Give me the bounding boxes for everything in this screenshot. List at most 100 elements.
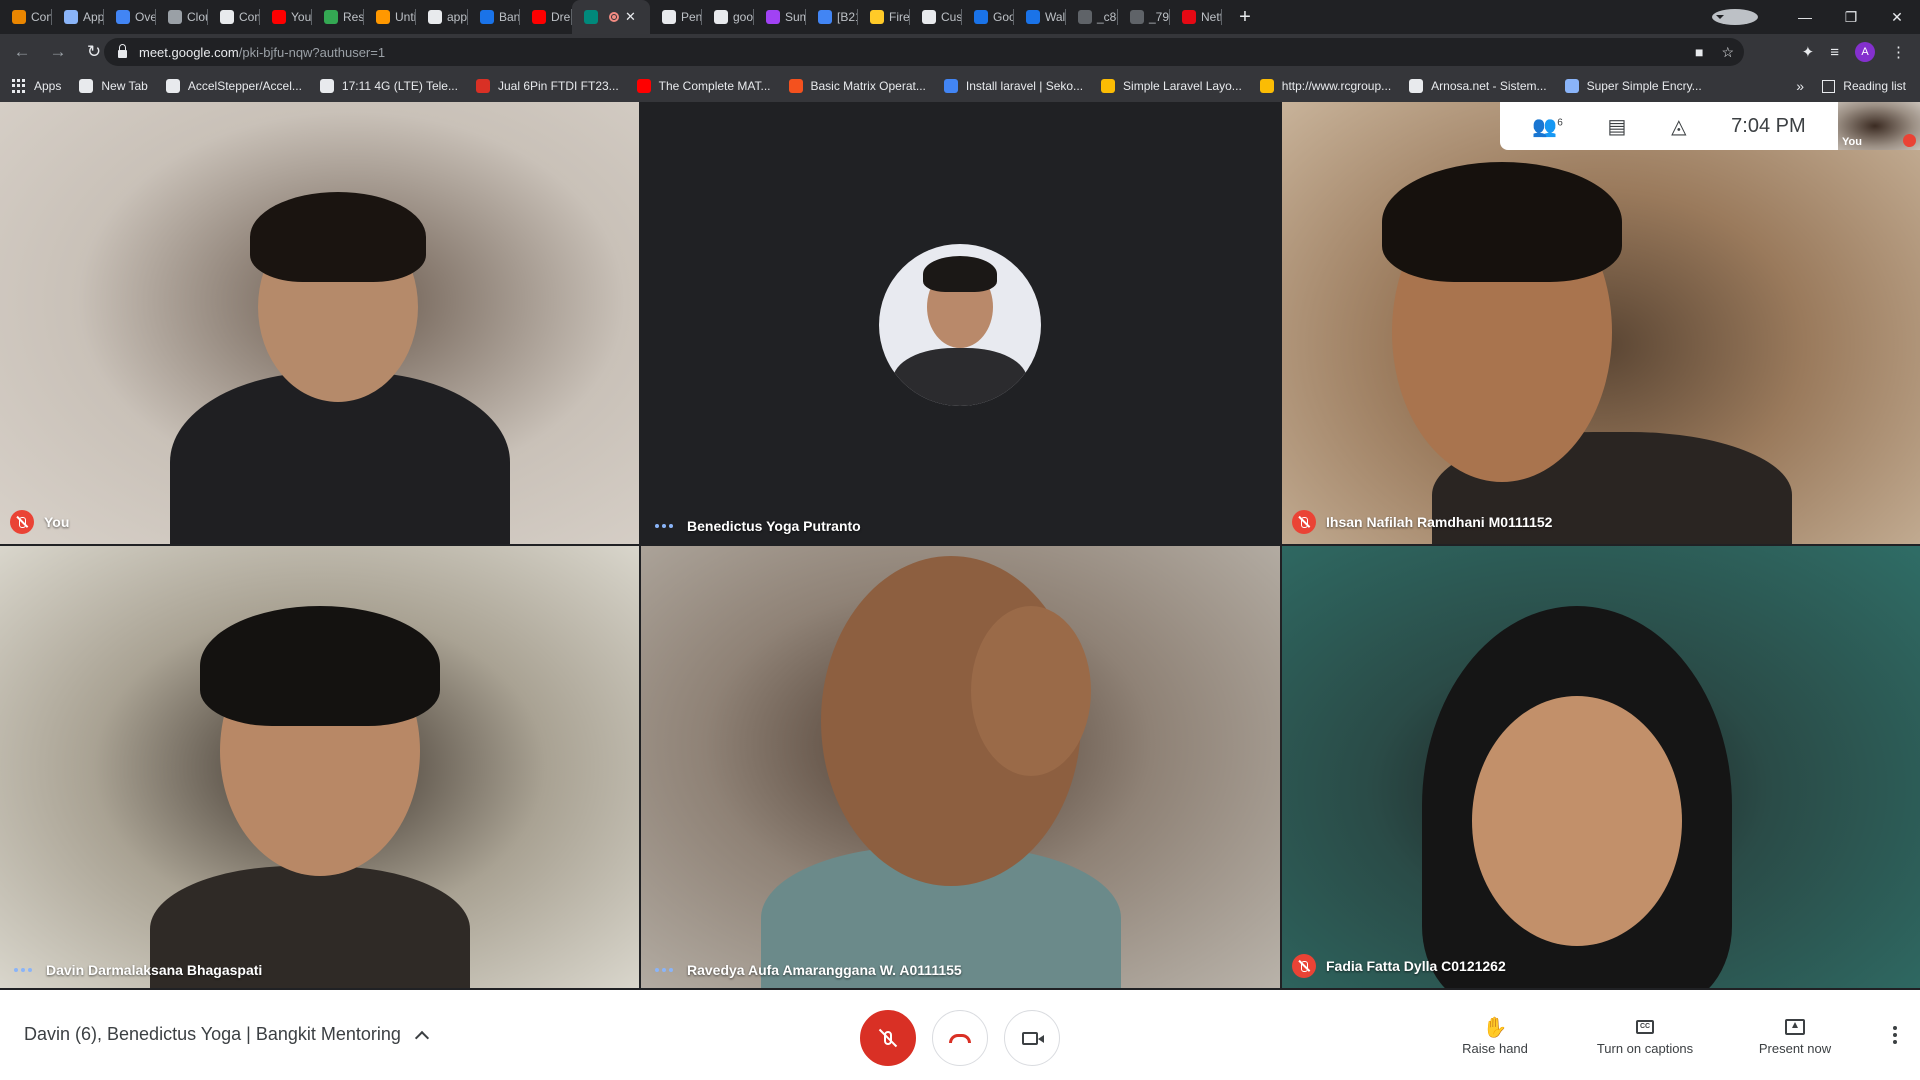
captions-button[interactable]: CC Turn on captions	[1570, 1015, 1720, 1056]
browser-tab[interactable]: Bangl	[468, 0, 520, 34]
browser-tab[interactable]: Resou	[312, 0, 364, 34]
chrome-menu-icon[interactable]: ⋮	[1891, 43, 1906, 61]
tab-title: Bangl	[499, 10, 520, 24]
bookmark-item[interactable]: 17:11 4G (LTE) Tele...	[319, 79, 458, 93]
browser-tab[interactable]: Netflix	[1170, 0, 1222, 34]
participants-icon[interactable]: 👥6	[1532, 114, 1562, 139]
tab-title: app e	[447, 10, 468, 24]
tab-title: Walkt	[1045, 10, 1066, 24]
bookmark-list: New Tab AccelStepper/Accel... 17:11 4G (LT…	[79, 79, 1719, 93]
unmute-mic-button[interactable]	[860, 1010, 916, 1066]
browser-tab[interactable]: App E	[52, 0, 104, 34]
tab-favicon-icon	[870, 10, 884, 24]
tab-strip: Confi App E Overv Cloud Comn YouTu Resou Untitl…	[0, 0, 1920, 34]
tab-active-meet[interactable]: ✕	[572, 0, 650, 34]
reading-list-button[interactable]: Reading list	[1822, 79, 1906, 93]
address-bar[interactable]: meet.google.com /pki-bjfu-nqw?authuser=1…	[104, 38, 1744, 66]
forward-button[interactable]: →	[44, 42, 72, 62]
camera-in-use-icon[interactable]: ■	[1695, 44, 1703, 60]
bookmark-apps[interactable]: Apps	[12, 79, 61, 93]
audio-activity-icon	[655, 968, 673, 972]
bookmark-item[interactable]: Simple Laravel Layo...	[1101, 79, 1242, 93]
more-bookmarks-icon[interactable]: »	[1796, 78, 1804, 94]
minimize-button[interactable]: —	[1782, 9, 1828, 25]
browser-tab[interactable]: Fireba	[858, 0, 910, 34]
camera-toggle-button[interactable]	[1004, 1010, 1060, 1066]
bookmark-item[interactable]: New Tab	[79, 79, 148, 93]
leave-call-button[interactable]	[932, 1010, 988, 1066]
raise-hand-button[interactable]: ✋ Raise hand	[1420, 1015, 1570, 1056]
participant-video	[200, 606, 440, 726]
bookmark-item[interactable]: AccelStepper/Accel...	[165, 79, 302, 93]
profile-avatar[interactable]: A	[1855, 42, 1875, 62]
browser-tab[interactable]: YouTu	[260, 0, 312, 34]
more-options-button[interactable]	[1870, 1026, 1920, 1044]
browser-tab[interactable]: Confi	[0, 0, 52, 34]
participant-name-label: Ravedya Aufa Amaranggana W. A0111155	[651, 962, 962, 978]
participant-name-label: Ihsan Nafilah Ramdhani M0111152	[1292, 510, 1552, 534]
browser-tab[interactable]: Peneli	[650, 0, 702, 34]
hang-up-icon	[949, 1033, 971, 1043]
bookmark-item[interactable]: The Complete MAT...	[636, 79, 771, 93]
bookmark-item[interactable]: Install laravel | Seko...	[943, 79, 1083, 93]
browser-tab[interactable]: Walkt	[1014, 0, 1066, 34]
tab-favicon-icon	[116, 10, 130, 24]
close-window-button[interactable]: ✕	[1874, 9, 1920, 26]
browser-tab[interactable]: Cloud	[156, 0, 208, 34]
bookmark-item[interactable]: http://www.rcgroup...	[1259, 79, 1391, 93]
browser-tab[interactable]: _c8ee	[1066, 0, 1118, 34]
tab-favicon-icon	[1182, 10, 1196, 24]
back-button[interactable]: ←	[8, 42, 36, 62]
browser-tab[interactable]: Custo	[910, 0, 962, 34]
video-tile[interactable]: You	[0, 102, 639, 544]
bookmark-label: Basic Matrix Operat...	[810, 79, 926, 93]
activities-icon[interactable]: ◬	[1671, 114, 1686, 139]
bookmark-favicon-icon	[475, 79, 490, 93]
tab-favicon-icon	[714, 10, 728, 24]
bookmark-star-icon[interactable]: ☆	[1721, 44, 1734, 61]
bookmark-label: The Complete MAT...	[658, 79, 771, 93]
participant-name-label: Benedictus Yoga Putranto	[651, 518, 861, 534]
video-tile[interactable]: Fadia Fatta Dylla C0121262	[1282, 546, 1920, 988]
apps-grid-icon	[12, 79, 26, 93]
browser-tab[interactable]: app e	[416, 0, 468, 34]
browser-tab[interactable]: Comn	[208, 0, 260, 34]
self-view-thumbnail[interactable]: You	[1838, 102, 1920, 150]
browser-tab[interactable]: Goog	[962, 0, 1014, 34]
restore-button[interactable]: ❐	[1828, 9, 1874, 26]
video-tile[interactable]: Benedictus Yoga Putranto	[641, 102, 1280, 544]
participant-video	[250, 192, 426, 282]
tab-favicon-icon	[766, 10, 780, 24]
tab-favicon-icon	[168, 10, 182, 24]
video-tile[interactable]: Ihsan Nafilah Ramdhani M0111152	[1282, 102, 1920, 544]
new-tab-button[interactable]: +	[1232, 6, 1258, 29]
bookmark-favicon-icon	[1101, 79, 1116, 93]
chat-icon[interactable]: ▤	[1608, 114, 1627, 139]
reading-list-icon	[1822, 79, 1836, 93]
browser-tab[interactable]: _798c	[1118, 0, 1170, 34]
browser-tab[interactable]: Untitl	[364, 0, 416, 34]
tab-search-icon[interactable]	[1712, 9, 1758, 25]
browser-tab[interactable]: googl	[702, 0, 754, 34]
browser-tab[interactable]: Drean	[520, 0, 572, 34]
bookmark-item[interactable]: Arnosa.net - Sistem...	[1409, 79, 1547, 93]
tab-favicon-icon	[662, 10, 676, 24]
tab-title: Overv	[135, 10, 156, 24]
meeting-details-toggle[interactable]: Davin (6), Benedictus Yoga | Bangkit Men…	[24, 1024, 429, 1045]
tab-favicon-icon	[974, 10, 988, 24]
media-control-icon[interactable]: ≡	[1830, 44, 1839, 61]
browser-tab[interactable]: Overv	[104, 0, 156, 34]
extensions-icon[interactable]: ✦	[1802, 43, 1815, 61]
participant-avatar	[879, 244, 1041, 406]
bookmark-item[interactable]: Super Simple Encry...	[1564, 79, 1702, 93]
reading-list-label: Reading list	[1843, 79, 1906, 93]
bookmark-item[interactable]: Jual 6Pin FTDI FT23...	[475, 79, 619, 93]
tab-favicon-icon	[272, 10, 286, 24]
video-tile[interactable]: Ravedya Aufa Amaranggana W. A0111155	[641, 546, 1280, 988]
video-tile[interactable]: Davin Darmalaksana Bhagaspati	[0, 546, 639, 988]
close-tab-icon[interactable]: ✕	[625, 9, 636, 25]
browser-tab[interactable]: Sumn	[754, 0, 806, 34]
present-now-button[interactable]: Present now	[1720, 1015, 1870, 1056]
bookmark-item[interactable]: Basic Matrix Operat...	[788, 79, 926, 93]
browser-tab[interactable]: [B21-C	[806, 0, 858, 34]
